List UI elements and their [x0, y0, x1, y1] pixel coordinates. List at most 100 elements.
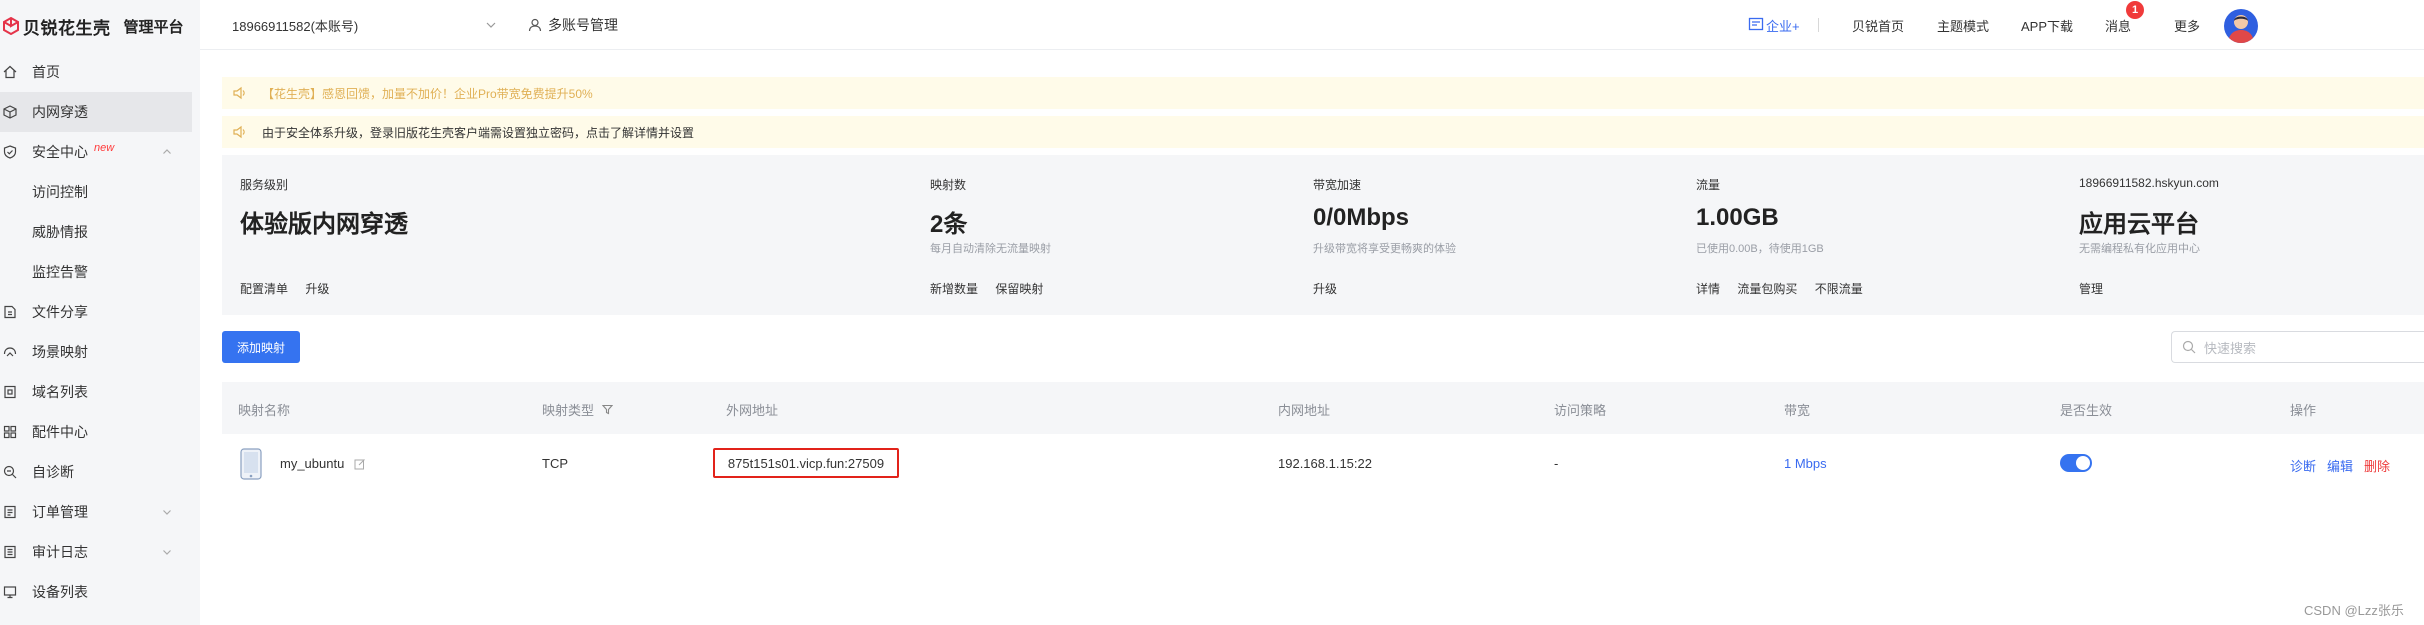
theme-mode-link[interactable]: 主题模式: [1937, 16, 1989, 35]
stat-label: 映射数: [930, 178, 967, 192]
manage-link[interactable]: 管理: [2079, 282, 2103, 296]
stat-value: 0/0Mbps: [1313, 204, 1410, 231]
sidebar-item-orders[interactable]: 订单管理: [0, 492, 200, 532]
stat-links: 新增数量 保留映射: [930, 280, 1057, 297]
retain-mapping-link[interactable]: 保留映射: [995, 282, 1043, 296]
mapping-type: TCP: [542, 456, 568, 471]
sidebar-item-label: 配件中心: [32, 424, 88, 440]
message-count-badge: 1: [2126, 1, 2144, 19]
stat-links: 升级: [1313, 280, 1351, 297]
enabled-toggle[interactable]: [2060, 454, 2092, 472]
top-bar: 18966911582(本账号) 多账号管理 企业+ 贝锐首页 主题模式 APP…: [200, 0, 2424, 50]
beirui-home-link[interactable]: 贝锐首页: [1852, 16, 1904, 35]
enterprise-link[interactable]: 企业+: [1766, 16, 1800, 35]
column-header-enabled: 是否生效: [2060, 403, 2113, 418]
mapping-name-cell: my_ubuntu: [280, 456, 366, 471]
buy-traffic-link[interactable]: 流量包购买: [1737, 282, 1797, 296]
config-list-link[interactable]: 配置清单: [240, 282, 288, 296]
log-icon: [2, 544, 18, 560]
sidebar-item-intranet[interactable]: 内网穿透: [0, 92, 192, 132]
sidebar-item-label: 场景映射: [32, 344, 88, 360]
bandwidth-link[interactable]: 1 Mbps: [1784, 456, 1827, 471]
notice-text: 【花生壳】感恩回馈，加量不加价！企业Pro带宽免费提升50%: [262, 86, 593, 101]
traffic-details-link[interactable]: 详情: [1696, 282, 1720, 296]
multi-account-link[interactable]: 多账号管理: [528, 13, 618, 37]
shield-icon: [2, 144, 18, 160]
upgrade-bandwidth-link[interactable]: 升级: [1313, 282, 1337, 296]
sidebar-item-device-list[interactable]: 设备列表: [0, 572, 200, 612]
stat-value: 1.00GB: [1696, 204, 1779, 231]
home-icon: [2, 64, 18, 80]
search-placeholder: 快速搜索: [2204, 340, 2257, 356]
chevron-down-icon: [163, 510, 171, 515]
sidebar-item-access-control[interactable]: 访问控制: [0, 172, 200, 212]
internal-address: 192.168.1.15:22: [1278, 456, 1372, 471]
messages-link[interactable]: 消息: [2105, 16, 2131, 35]
speaker-icon: [233, 125, 245, 139]
device-tablet-icon: [240, 448, 262, 480]
sidebar-menu: 首页 内网穿透 安全中心 new 访问控制 威胁情报 监控告警 文件分享 场景映…: [0, 52, 200, 612]
add-quota-link[interactable]: 新增数量: [930, 282, 978, 296]
sidebar-item-threat-intel[interactable]: 威胁情报: [0, 212, 200, 252]
stat-note: 无需编程私有化应用中心: [2079, 243, 2200, 255]
sidebar-item-accessories[interactable]: 配件中心: [0, 412, 200, 452]
edit-button[interactable]: 编辑: [2327, 456, 2353, 475]
user-icon: [528, 18, 542, 32]
top-right-nav: 企业+ 贝锐首页 主题模式 APP下载 消息 1 更多: [1724, 0, 2424, 50]
brand[interactable]: 贝锐花生壳 管理平台: [0, 0, 200, 52]
chevron-up-icon: [163, 149, 171, 154]
sidebar-item-domain-list[interactable]: 域名列表: [0, 372, 200, 412]
notice-promo[interactable]: 【花生壳】感恩回馈，加量不加价！企业Pro带宽免费提升50%: [222, 77, 2424, 109]
sidebar-item-self-diagnose[interactable]: 自诊断: [0, 452, 200, 492]
avatar[interactable]: [2224, 9, 2258, 43]
stat-value: 应用云平台: [2079, 211, 2199, 238]
sidebar-item-file-share[interactable]: 文件分享: [0, 292, 200, 332]
table-row: my_ubuntu TCP 875t151s01.vicp.fun:27509 …: [222, 434, 2424, 496]
apps-icon: [2, 424, 18, 440]
account-select-value: 18966911582(本账号): [232, 18, 359, 34]
external-address[interactable]: 875t151s01.vicp.fun:27509: [713, 448, 899, 478]
stats-panel: 服务级别 体验版内网穿透 配置清单 升级 映射数 2条 每月自动清除无流量映射 …: [222, 155, 2424, 315]
sidebar-item-label: 首页: [32, 64, 60, 80]
stat-label: 服务级别: [240, 178, 289, 192]
stat-label: 带宽加速: [1313, 178, 1362, 192]
add-mapping-button[interactable]: 添加映射: [222, 331, 300, 363]
column-header-type[interactable]: 映射类型: [542, 400, 614, 419]
brand-logo-icon: [3, 17, 19, 35]
notice-security[interactable]: 由于安全体系升级，登录旧版花生壳客户端需设置独立密码，点击了解详情并设置: [222, 116, 2424, 148]
upgrade-link[interactable]: 升级: [305, 282, 329, 296]
column-header-internal: 内网地址: [1278, 403, 1331, 418]
stat-note: 已使用0.00B，待使用1GB: [1696, 243, 1824, 255]
stat-note: 升级带宽将享受更畅爽的体验: [1313, 243, 1456, 255]
table-header: 映射名称 映射类型 外网地址 内网地址 访问策略 带宽 是否生效 操作: [222, 382, 2424, 434]
diagnose-button[interactable]: 诊断: [2290, 456, 2316, 475]
unlimited-traffic-link[interactable]: 不限流量: [1815, 282, 1863, 296]
sidebar-item-audit-log[interactable]: 审计日志: [0, 532, 200, 572]
sidebar-item-scene-mapping[interactable]: 场景映射: [0, 332, 200, 372]
sidebar-item-monitor-alert[interactable]: 监控告警: [0, 252, 200, 292]
stat-value: 2条: [930, 211, 968, 238]
edit-icon[interactable]: [354, 458, 366, 470]
more-link[interactable]: 更多: [2174, 16, 2200, 35]
search-input[interactable]: 快速搜索: [2171, 331, 2424, 363]
sidebar-item-label: 订单管理: [32, 504, 88, 520]
sidebar-item-home[interactable]: 首页: [0, 52, 200, 92]
avatar-image: [2228, 15, 2254, 43]
order-icon: [2, 504, 18, 520]
stat-label: 流量: [1696, 178, 1721, 192]
chevron-down-icon: [163, 550, 171, 555]
delete-button[interactable]: 删除: [2364, 456, 2390, 475]
sidebar-item-label: 设备列表: [32, 584, 88, 600]
cube-icon: [2, 104, 18, 120]
enterprise-icon: [1748, 17, 1764, 31]
chevron-down-icon: [486, 22, 496, 28]
file-share-icon: [2, 304, 18, 320]
sidebar-item-security[interactable]: 安全中心 new: [0, 132, 200, 172]
account-select[interactable]: 18966911582(本账号): [232, 13, 497, 37]
diagnose-icon: [2, 464, 18, 480]
scene-icon: [2, 344, 18, 360]
stat-links: 详情 流量包购买 不限流量: [1696, 280, 1877, 297]
multi-account-label: 多账号管理: [548, 17, 618, 33]
brand-subtitle: 管理平台: [123, 18, 184, 36]
app-download-link[interactable]: APP下载: [2021, 16, 2073, 35]
